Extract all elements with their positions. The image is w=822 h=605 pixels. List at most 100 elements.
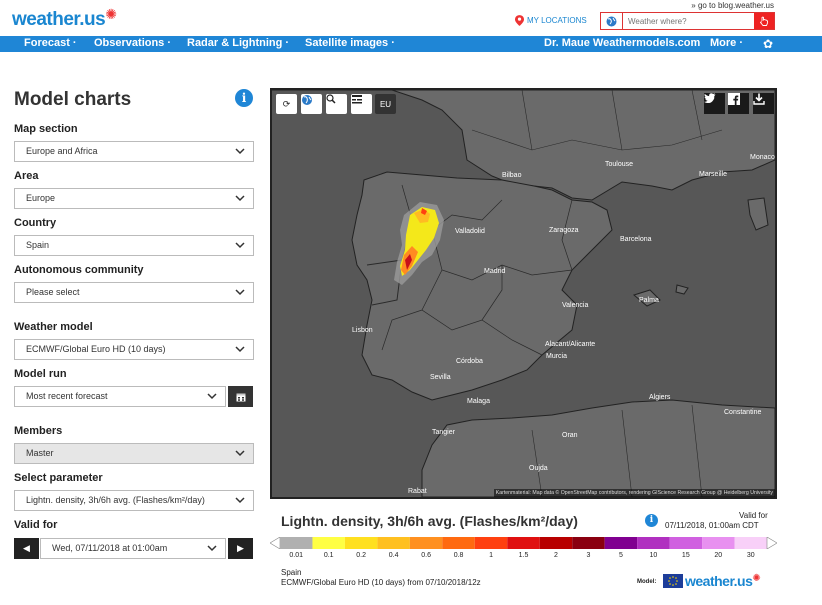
site-logo[interactable]: weather.us✺ — [12, 6, 117, 31]
city-label: Valencia — [562, 302, 589, 309]
map-attribution: Kartenmaterial: Map data © OpenStreetMap… — [493, 489, 775, 497]
city-label: Madrid — [484, 268, 506, 275]
hand-pointer-icon — [759, 16, 769, 26]
valid-for-value: Wed, 07/11/2018 at 01:00am — [52, 543, 168, 553]
label-select-parameter: Select parameter — [14, 472, 103, 484]
map-canvas — [272, 90, 775, 497]
valid-for-caption: Valid for — [739, 511, 768, 520]
nav-satellite[interactable]: Satellite images · — [305, 37, 395, 49]
search-button[interactable] — [754, 13, 774, 29]
chevron-down-icon — [235, 242, 245, 249]
chevron-down-icon — [235, 195, 245, 202]
my-locations-link[interactable]: MY LOCATIONS — [515, 15, 587, 26]
autonomous-community-select[interactable]: Please select — [14, 282, 254, 303]
scale-swatch — [604, 537, 638, 549]
label-members: Members — [14, 425, 63, 437]
download-icon[interactable] — [753, 93, 774, 114]
prev-time-button[interactable]: ◀ — [14, 538, 39, 559]
facebook-icon[interactable] — [728, 93, 749, 114]
calendar-button[interactable] — [228, 386, 253, 407]
chevron-down-icon — [235, 289, 245, 296]
zoom-icon[interactable] — [326, 94, 347, 114]
scale-label: 0.4 — [388, 552, 399, 559]
map-section-value: Europe and Africa — [26, 146, 98, 156]
city-label: Marseille — [699, 171, 728, 178]
triangle-left-icon: ◀ — [23, 543, 30, 553]
scale-label: 10 — [649, 552, 658, 559]
chevron-down-icon — [235, 148, 245, 155]
label-map-section: Map section — [14, 123, 78, 135]
area-select[interactable]: Europe — [14, 188, 254, 209]
blog-link[interactable]: » go to blog.weather.us — [691, 1, 774, 10]
label-country: Country — [14, 217, 57, 229]
info-icon[interactable]: i — [645, 514, 658, 527]
valid-date: 07/11/2018, 01:00am CDT — [665, 521, 759, 530]
info-icon[interactable]: i — [235, 89, 253, 107]
refresh-icon[interactable]: ⟳ — [276, 94, 297, 114]
twitter-icon[interactable] — [704, 93, 725, 114]
label-valid-for: Valid for — [14, 519, 58, 531]
chevron-down-icon — [207, 545, 217, 552]
region-eu-button[interactable]: EU — [375, 94, 396, 114]
valid-for-select[interactable]: Wed, 07/11/2018 at 01:00am — [40, 538, 226, 559]
city-label: Oujda — [529, 465, 548, 472]
city-label: Barcelona — [620, 236, 652, 243]
city-label: Tangier — [432, 429, 455, 436]
nav-more[interactable]: More · — [710, 37, 743, 49]
top-header: weather.us✺ » go to blog.weather.us MY L… — [0, 0, 822, 36]
scale-swatch — [409, 537, 443, 549]
scale-swatch — [344, 537, 378, 549]
nav-observations[interactable]: Observations · — [94, 37, 171, 49]
nav-forecast[interactable]: Forecast · — [24, 37, 77, 49]
scale-swatch — [637, 537, 670, 549]
scale-swatch — [442, 537, 475, 549]
city-label: Algiers — [649, 394, 671, 401]
map-section-select[interactable]: Europe and Africa — [14, 141, 254, 162]
model-run-select[interactable]: Most recent forecast — [14, 386, 226, 407]
model-logo: weather.us✺ — [685, 573, 761, 589]
globe-icon[interactable] — [601, 13, 623, 29]
scale-label: 0.6 — [421, 552, 431, 559]
chevron-down-icon — [207, 393, 217, 400]
next-time-button[interactable]: ▶ — [228, 538, 253, 559]
scale-swatch — [702, 537, 735, 549]
scale-swatch — [312, 537, 345, 549]
city-label: Toulouse — [605, 161, 634, 168]
gear-icon[interactable]: ✿ — [763, 37, 773, 51]
city-label: Rabat — [408, 488, 427, 495]
model-run-info: ECMWF/Global Euro HD (10 days) from 07/1… — [281, 578, 481, 587]
country-select[interactable]: Spain — [14, 235, 254, 256]
scale-swatch — [507, 537, 540, 549]
weather-map[interactable]: ⟳ EU Toulouse Marseille Monaco Bilbao Za… — [270, 88, 777, 499]
parameter-value: Lightn. density, 3h/6h avg. (Flashes/km²… — [26, 495, 205, 505]
weather-model-select[interactable]: ECMWF/Global Euro HD (10 days) — [14, 339, 254, 360]
autonomous-community-value: Please select — [26, 287, 80, 297]
location-pin-icon — [515, 15, 524, 26]
region-label: Spain — [281, 568, 302, 577]
search-input[interactable] — [623, 13, 754, 29]
city-label: Córdoba — [456, 358, 483, 365]
scale-label: 0.01 — [289, 552, 304, 559]
members-select[interactable]: Master — [14, 443, 254, 464]
location-search — [600, 12, 775, 30]
scale-swatch — [572, 537, 605, 549]
members-value: Master — [26, 448, 54, 458]
map-layers-icon[interactable] — [351, 94, 372, 114]
nav-weathermodels[interactable]: Dr. Maue Weathermodels.com — [544, 37, 700, 49]
chevron-down-icon — [235, 497, 245, 504]
city-label: Palma — [639, 297, 659, 304]
model-caption: Model: — [637, 579, 657, 585]
scale-swatch — [377, 537, 410, 549]
chevron-down-icon — [235, 346, 245, 353]
city-label: Zaragoza — [549, 227, 579, 234]
label-area: Area — [14, 170, 39, 182]
city-label: Bilbao — [502, 172, 522, 179]
nav-radar-lightning[interactable]: Radar & Lightning · — [187, 37, 289, 49]
globe-icon[interactable] — [301, 94, 322, 114]
my-locations-label: MY LOCATIONS — [527, 16, 587, 25]
country-value: Spain — [26, 240, 50, 250]
parameter-select[interactable]: Lightn. density, 3h/6h avg. (Flashes/km²… — [14, 490, 254, 511]
scale-label: 5 — [618, 552, 623, 559]
scale-label: 20 — [714, 552, 723, 559]
city-label: Constantine — [724, 409, 762, 416]
